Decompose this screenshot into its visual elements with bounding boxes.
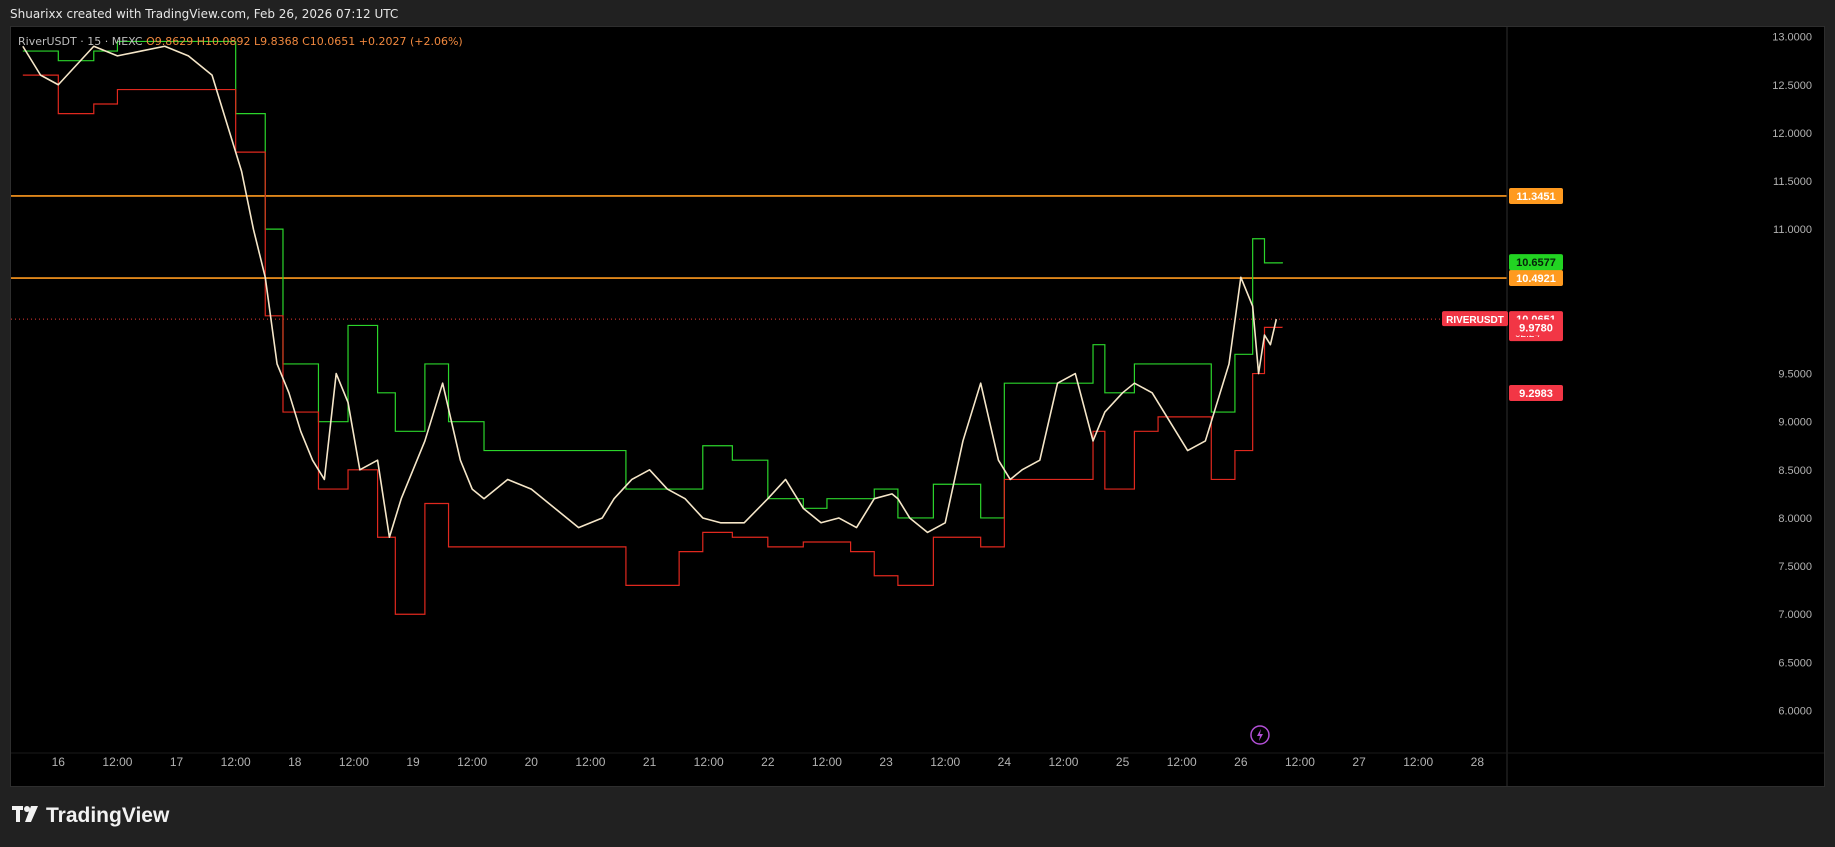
ohlc-change: +0.2027 (+2.06%) [358, 35, 463, 48]
price-series-line [22, 45, 1278, 539]
tradingview-logo-icon [12, 805, 40, 828]
symbol-legend: RiverUSDT · 15 · MEXC O9.8629 H10.0892 L… [18, 35, 463, 48]
x-axis-tick-label: 12:00 [457, 755, 487, 769]
attribution-header: Shuarixx created with TradingView.com, F… [10, 7, 399, 21]
y-axis-tick-label: 8.5000 [1778, 465, 1812, 477]
x-axis-tick-label: 19 [406, 755, 420, 769]
ohlc-high: H10.0892 [196, 35, 251, 48]
price-chart[interactable]: 13.0000 12.5000 12.0000 11.5000 11.0000 9.500… [11, 27, 1825, 787]
level-price-badge: 10.4921 [1516, 273, 1556, 285]
x-axis-tick-label: 24 [998, 755, 1012, 769]
x-axis-tick-label: 12:00 [1403, 755, 1433, 769]
y-axis-tick-label: 9.5000 [1778, 369, 1812, 381]
x-axis-tick-label: 16 [52, 755, 66, 769]
x-axis-tick-label: 12:00 [1167, 755, 1197, 769]
y-axis-tick-label: 6.5000 [1778, 657, 1812, 669]
x-axis-tick-label: 20 [525, 755, 539, 769]
y-axis-tick-label: 7.0000 [1778, 609, 1812, 621]
x-axis-tick-label: 12:00 [575, 755, 605, 769]
lightning-glyph [1256, 729, 1263, 741]
x-axis-tick-label: 12:00 [339, 755, 369, 769]
level-price-badge: 11.3451 [1516, 191, 1555, 203]
upper-band-price-badge: 10.6577 [1516, 257, 1556, 269]
ohlc-close: C10.0651 [302, 35, 356, 48]
tradingview-logo[interactable]: TradingView [12, 804, 169, 828]
ohlc-low: L9.8368 [253, 35, 299, 48]
y-axis-tick-label: 6.0000 [1778, 705, 1812, 717]
x-axis-tick-label: 18 [288, 755, 302, 769]
x-axis-tick-label: 12:00 [1048, 755, 1078, 769]
x-axis-tick-label: 21 [643, 755, 657, 769]
x-axis-tick-label: 12:00 [1285, 755, 1315, 769]
x-axis-tick-label: 12:00 [221, 755, 251, 769]
x-axis-tick-label: 12:00 [102, 755, 132, 769]
y-axis-tick-label: 12.5000 [1772, 80, 1812, 92]
y-axis-tick-label: 8.0000 [1778, 513, 1812, 525]
y-axis-tick-label: 13.0000 [1772, 32, 1812, 44]
chart-panel[interactable]: 13.0000 12.5000 12.0000 11.5000 11.0000 9.500… [10, 26, 1825, 787]
x-axis-tick-label: 12:00 [930, 755, 960, 769]
y-axis-tick-label: 9.0000 [1778, 417, 1812, 429]
x-axis-tick-label: 17 [170, 755, 184, 769]
ohlc-open: O9.8629 [146, 35, 194, 48]
y-axis-tick-label: 12.0000 [1772, 128, 1812, 140]
x-axis-tick-label: 25 [1116, 755, 1130, 769]
brand-name: TradingView [46, 804, 170, 827]
lower-band-price-badge: 9.2983 [1519, 388, 1553, 400]
symbol-name[interactable]: RiverUSDT · 15 · MEXC [18, 35, 143, 48]
y-axis-tick-label: 7.5000 [1778, 561, 1812, 573]
x-axis-tick-label: 12:00 [694, 755, 724, 769]
x-axis-tick-label: 27 [1352, 755, 1366, 769]
lower-band-price-badge: 9.9780 [1519, 323, 1553, 335]
x-axis-tick-label: 28 [1471, 755, 1485, 769]
x-axis-tick-label: 12:00 [812, 755, 842, 769]
symbol-price-tag[interactable]: RIVERUSDT [1446, 315, 1504, 326]
x-axis-tick-label: 22 [761, 755, 775, 769]
x-axis-tick-label: 23 [879, 755, 893, 769]
x-axis-tick-label: 26 [1234, 755, 1248, 769]
y-axis-tick-label: 11.0000 [1773, 224, 1812, 236]
y-axis-tick-label: 11.5000 [1773, 176, 1812, 188]
